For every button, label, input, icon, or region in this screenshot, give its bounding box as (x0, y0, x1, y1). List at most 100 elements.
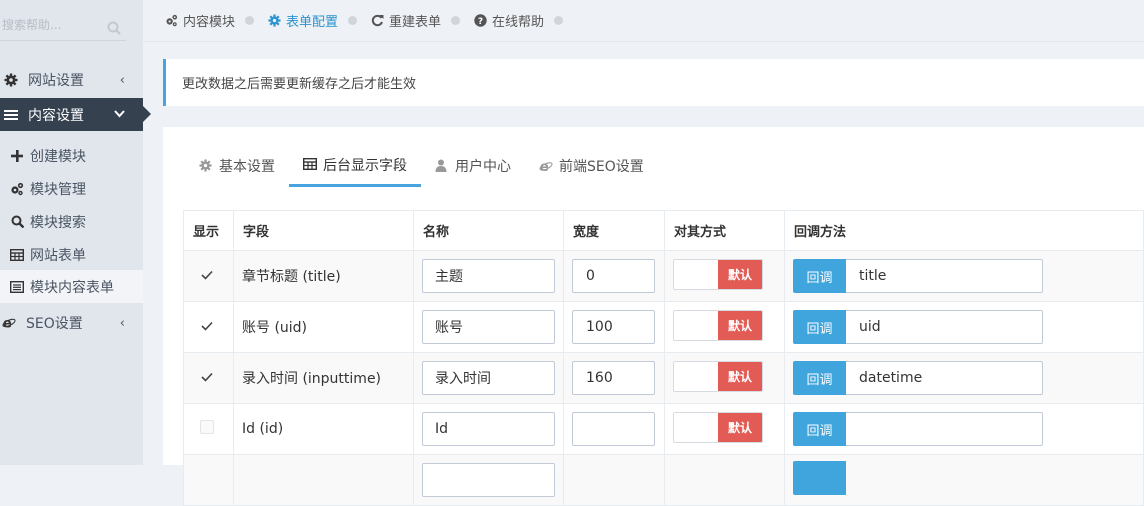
callback-group: 回调 uid (793, 310, 1043, 344)
tab-label: 基本设置 (219, 159, 275, 175)
callback-group (793, 461, 846, 495)
breadcrumb-label: 在线帮助 (492, 15, 545, 30)
chevron-left-icon: ‹ (119, 73, 125, 88)
callback-input[interactable] (846, 412, 1043, 446)
align-toggle[interactable]: 默认 (673, 412, 763, 443)
callback-group: 回调 (793, 412, 1043, 446)
table-row: 账号 (uid) 默认 回调uid (183, 301, 1144, 353)
name-input[interactable] (422, 412, 555, 446)
callback-input[interactable]: uid (846, 310, 1043, 344)
breadcrumb-separator (348, 16, 358, 25)
show-cell (183, 352, 234, 404)
header-show: 显示 (183, 210, 234, 251)
align-cell: 默认 (664, 403, 785, 455)
callback-button[interactable]: 回调 (793, 259, 846, 293)
breadcrumb-separator (554, 16, 564, 25)
sidebar-subitem-label: 模块管理 (30, 181, 86, 198)
sidebar-subitem-site-form[interactable]: 网站表单 (0, 238, 143, 271)
field-cell: 账号 (uid) (233, 301, 414, 353)
breadcrumb-item-form-config[interactable]: 表单配置 (268, 11, 338, 30)
toggle-default-label: 默认 (718, 413, 762, 442)
table-row: Id (id) 默认 回调 (183, 403, 1144, 455)
breadcrumb-item-online-help[interactable]: ? 在线帮助 (474, 11, 544, 30)
sidebar-subitem-create-module[interactable]: 创建模块 (0, 139, 143, 172)
sidebar-subitem-module-search[interactable]: 模块搜索 (0, 205, 143, 238)
callback-button[interactable]: 回调 (793, 412, 846, 446)
refresh-icon (371, 14, 384, 27)
sidebar-item-content-settings[interactable]: 内容设置 (0, 98, 151, 131)
tab-basic-settings[interactable]: 基本设置 (185, 145, 289, 187)
breadcrumb-item-rebuild-form[interactable]: 重建表单 (371, 11, 441, 30)
chevron-left-icon: ‹ (119, 316, 125, 331)
search-icon[interactable] (107, 21, 121, 35)
name-cell (413, 250, 564, 302)
table-row (183, 454, 1144, 506)
gears-icon (165, 14, 178, 27)
header-align: 对其方式 (664, 210, 785, 251)
callback-button[interactable] (793, 461, 846, 495)
svg-text:?: ? (478, 17, 483, 27)
toggle-default-label: 默认 (718, 260, 762, 289)
breadcrumb-item-content-module[interactable]: 内容模块 (165, 11, 235, 30)
sidebar-subitem-label: 模块搜索 (30, 214, 86, 231)
checkbox-unchecked[interactable] (200, 420, 214, 434)
callback-button[interactable]: 回调 (793, 310, 846, 344)
align-toggle[interactable]: 默认 (673, 361, 763, 392)
tab-admin-display-fields[interactable]: 后台显示字段 (289, 145, 421, 187)
show-cell (183, 403, 234, 455)
toggle-off-side (674, 362, 718, 391)
sidebar: 网站设置 ‹ 内容设置 创建模块 模块管理 模块搜索 网站表单 模块内容表单 e… (0, 0, 151, 465)
breadcrumb-label: 内容模块 (183, 15, 236, 30)
callback-cell: 回调 (784, 403, 1144, 455)
header-field: 字段 (233, 210, 414, 251)
align-cell: 默认 (664, 352, 785, 404)
field-cell: Id (id) (233, 403, 414, 455)
ie-icon: e (2, 316, 16, 330)
field-cell: 章节标题 (title) (233, 250, 414, 302)
name-cell (413, 454, 564, 506)
tab-label: 后台显示字段 (323, 157, 407, 174)
show-cell (183, 301, 234, 353)
search-input[interactable] (2, 10, 102, 40)
table-row: 录入时间 (inputtime) 默认 回调datetime (183, 352, 1144, 404)
gears-icon (10, 182, 24, 196)
user-icon (435, 159, 449, 173)
align-cell (664, 454, 785, 506)
breadcrumb-separator (245, 16, 255, 25)
tab-frontend-seo[interactable]: e 前端SEO设置 (525, 145, 658, 187)
name-input[interactable] (422, 310, 555, 344)
width-input[interactable] (572, 412, 655, 446)
sidebar-item-site-settings[interactable]: 网站设置 ‹ (0, 63, 143, 96)
width-input[interactable] (572, 310, 655, 344)
tab-user-center[interactable]: 用户中心 (421, 145, 525, 187)
name-input[interactable] (422, 463, 555, 497)
toggle-off-side (674, 260, 718, 289)
toggle-default-label: 默认 (718, 311, 762, 340)
name-input[interactable] (422, 259, 555, 293)
name-input[interactable] (422, 361, 555, 395)
callback-cell (784, 454, 1144, 506)
sidebar-subitem-module-manage[interactable]: 模块管理 (0, 172, 143, 205)
breadcrumb-label: 重建表单 (389, 15, 442, 30)
callback-group: 回调 title (793, 259, 1043, 293)
main-panel: 基本设置 后台显示字段 用户中心 e 前端SEO设置 显示 字段 名称 宽度 对… (163, 127, 1144, 506)
width-cell (563, 301, 665, 353)
gear-icon (4, 73, 18, 87)
width-input[interactable] (572, 259, 655, 293)
align-toggle[interactable]: 默认 (673, 259, 763, 290)
toggle-off-side (674, 413, 718, 442)
checkbox-checked[interactable] (200, 319, 214, 333)
checkbox-checked[interactable] (200, 370, 214, 384)
align-toggle[interactable]: 默认 (673, 310, 763, 341)
breadcrumb-separator (451, 16, 461, 25)
sidebar-item-seo-settings[interactable]: e SEO设置 ‹ (0, 306, 143, 339)
sidebar-subitem-module-content-form[interactable]: 模块内容表单 (0, 270, 143, 303)
header-width: 宽度 (563, 210, 665, 251)
checkbox-checked[interactable] (200, 268, 214, 282)
width-input[interactable] (572, 361, 655, 395)
header-callback: 回调方法 (784, 210, 1144, 251)
callback-button[interactable]: 回调 (793, 361, 846, 395)
align-cell: 默认 (664, 250, 785, 302)
callback-input[interactable]: datetime (846, 361, 1043, 395)
callback-input[interactable]: title (846, 259, 1043, 293)
